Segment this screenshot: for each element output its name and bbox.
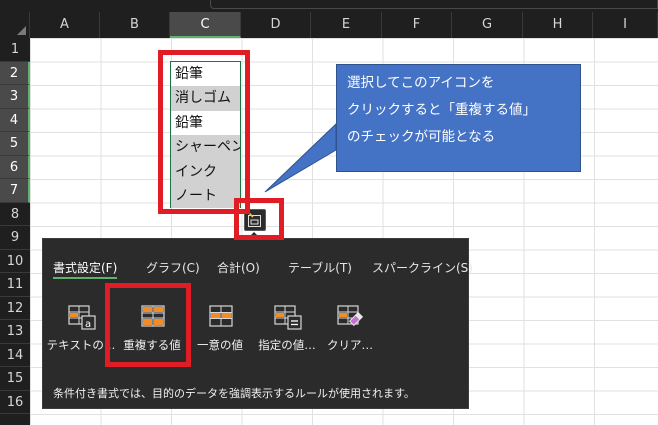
callout-line-2: クリックすると「重複する値」 xyxy=(347,102,536,118)
row-header-13[interactable]: 13 xyxy=(0,320,30,344)
row-header-15[interactable]: 15 xyxy=(0,367,30,391)
highlight-box-range xyxy=(158,50,250,214)
highlight-box-duplicate-values xyxy=(105,283,191,367)
annotation-callout: 選択してこのアイコンを クリックすると「重複する値」 のチェックが可能となる xyxy=(336,64,581,172)
text-contains-icon: a xyxy=(68,305,96,330)
row-header-4[interactable]: 4 xyxy=(0,108,30,132)
column-header-h[interactable]: H xyxy=(523,12,593,38)
row-header-2[interactable]: 2 xyxy=(0,61,30,85)
title-strip xyxy=(0,0,658,12)
formula-bar-edge xyxy=(210,0,658,9)
tab-charts[interactable]: グラフ(C) xyxy=(146,259,200,276)
clear-format-label: クリア… xyxy=(327,338,373,352)
equal-to-icon xyxy=(274,305,302,330)
select-all-button[interactable] xyxy=(0,12,30,38)
column-header-d[interactable]: D xyxy=(241,12,311,38)
row-header-12[interactable]: 12 xyxy=(0,297,30,320)
row-header-8[interactable]: 8 xyxy=(0,203,30,226)
row-header-5[interactable]: 5 xyxy=(0,132,30,156)
tab-totals[interactable]: 合計(O) xyxy=(217,259,260,276)
callout-line-3: のチェックが可能となる xyxy=(347,129,496,145)
column-header-e[interactable]: E xyxy=(311,12,382,38)
row-header-16[interactable]: 16 xyxy=(0,391,30,414)
row-headers: 1 2 3 4 5 6 7 8 9 10 11 12 13 14 15 16 xyxy=(0,38,30,425)
row-header-11[interactable]: 11 xyxy=(0,273,30,297)
unique-values-button[interactable]: 一意の値 xyxy=(184,301,256,357)
svg-text:a: a xyxy=(85,319,91,330)
row-header-14[interactable]: 14 xyxy=(0,344,30,367)
tab-formatting[interactable]: 書式設定(F) xyxy=(53,259,118,279)
clear-format-icon xyxy=(337,305,364,327)
highlight-box-quick-analysis xyxy=(234,198,284,240)
tab-tables[interactable]: テーブル(T) xyxy=(288,259,352,276)
column-header-b[interactable]: B xyxy=(100,12,170,38)
column-header-c[interactable]: C xyxy=(170,12,241,38)
row-header-9[interactable]: 9 xyxy=(0,226,30,250)
row-header-6[interactable]: 6 xyxy=(0,155,30,179)
column-header-g[interactable]: G xyxy=(452,12,523,38)
column-headers: A B C D E F G H I xyxy=(0,12,658,38)
row-header-3[interactable]: 3 xyxy=(0,85,30,109)
column-header-f[interactable]: F xyxy=(382,12,452,38)
column-header-i[interactable]: I xyxy=(593,12,658,38)
unique-values-icon xyxy=(209,305,233,327)
clear-format-button[interactable]: クリア… xyxy=(314,301,386,357)
column-header-a[interactable]: A xyxy=(30,12,100,38)
row-header-7[interactable]: 7 xyxy=(0,179,30,203)
panel-description: 条件付き書式では、目的のデータを強調表示するルールが使用されます。 xyxy=(53,387,415,400)
tab-sparklines[interactable]: スパークライン(S) xyxy=(372,259,473,276)
callout-line-1: 選択してこのアイコンを xyxy=(347,75,495,91)
row-header-1[interactable]: 1 xyxy=(0,38,30,62)
row-header-10[interactable]: 10 xyxy=(0,250,30,273)
